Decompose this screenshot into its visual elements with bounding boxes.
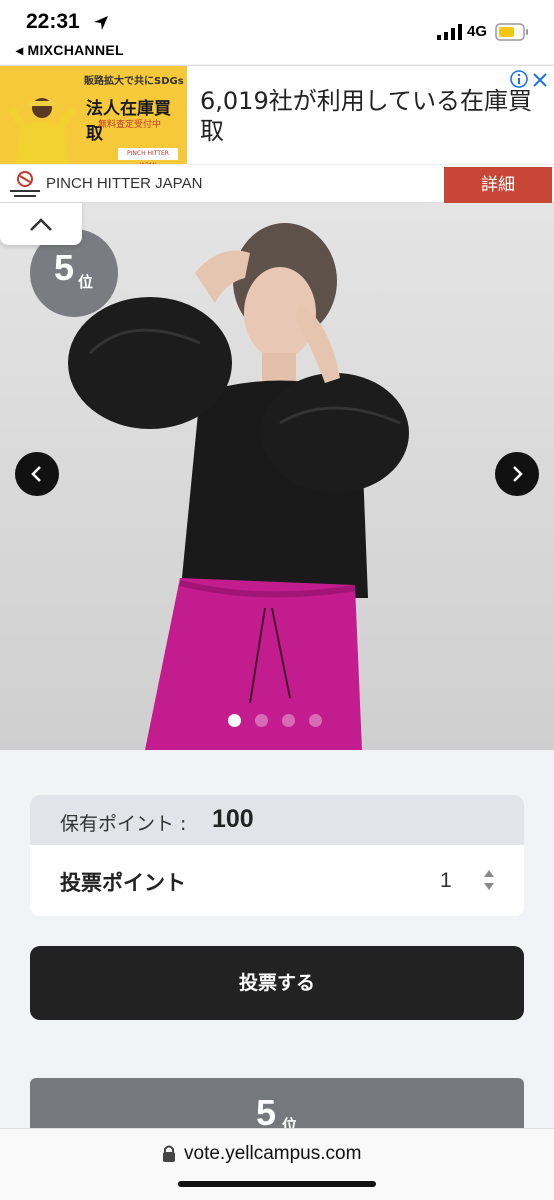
chevron-up-icon [30,218,52,231]
ad-image-logo: PINCH HITTER JAPAN [118,148,178,164]
rank-badge-unit: 位 [78,273,94,291]
vote-submit-button[interactable]: 投票する [30,946,524,1020]
collapse-ad-tab[interactable] [0,203,82,245]
carousel-dot[interactable] [255,714,268,727]
ad-info-icon[interactable] [510,70,528,88]
ad-image-sub: 無料査定受付中 [98,120,162,130]
owned-points-row: 保有ポイント : 100 [30,795,524,845]
url-text[interactable]: vote.yellcampus.com [184,1143,361,1165]
carousel-prev-button[interactable] [15,452,59,496]
ad-close-icon[interactable] [531,71,549,89]
lock-icon [163,1145,175,1162]
ad-brand-logo [10,171,40,197]
carousel-dot[interactable] [282,714,295,727]
carousel-dot[interactable] [309,714,322,727]
battery-icon [495,23,528,41]
owned-points-value: 100 [212,805,254,833]
status-bar: 22:31 ◂ MIXCHANNEL 4G [0,0,554,64]
status-time: 22:31 [26,10,80,33]
back-to-app-link[interactable]: ◂ MIXCHANNEL [16,42,124,59]
stepper-arrows-icon[interactable] [482,867,496,893]
ad-brand-name: PINCH HITTER JAPAN [46,175,203,192]
cellular-signal-icon [437,24,462,40]
vote-points-label: 投票ポイント [60,871,186,895]
ad-headline[interactable]: 6,019社が利用している在庫買取 [200,86,540,146]
rank-badge-number: 5 [54,247,75,288]
carousel-dots [228,712,336,727]
vote-points-select[interactable]: 1 [440,869,452,893]
page: 22:31 ◂ MIXCHANNEL 4G 販路拡大で共にSDGs 法人在庫買取 [0,0,554,1200]
ad-banner[interactable]: 販路拡大で共にSDGs 法人在庫買取 無料査定受付中 PINCH HITTER … [0,65,554,203]
vote-card: 保有ポイント : 100 投票ポイント 1 [30,795,524,916]
ad-image[interactable]: 販路拡大で共にSDGs 法人在庫買取 無料査定受付中 PINCH HITTER … [0,66,187,164]
carousel-next-button[interactable] [495,452,539,496]
chevron-left-icon [31,466,41,482]
network-type: 4G [467,23,488,40]
carousel-dot[interactable] [228,714,241,727]
ad-image-tagline: 販路拡大で共にSDGs [84,76,184,87]
ad-person-illustration [8,98,76,164]
chevron-right-icon [513,466,523,482]
owned-points-label: 保有ポイント : [60,813,187,835]
home-indicator[interactable] [178,1181,376,1187]
ad-detail-button[interactable]: 詳細 [444,167,552,203]
location-arrow-icon [94,16,108,30]
photo-carousel[interactable]: 5 位 [0,203,554,750]
ad-footer: PINCH HITTER JAPAN 詳細 [0,164,554,204]
browser-url-bar[interactable]: vote.yellcampus.com [0,1128,554,1200]
